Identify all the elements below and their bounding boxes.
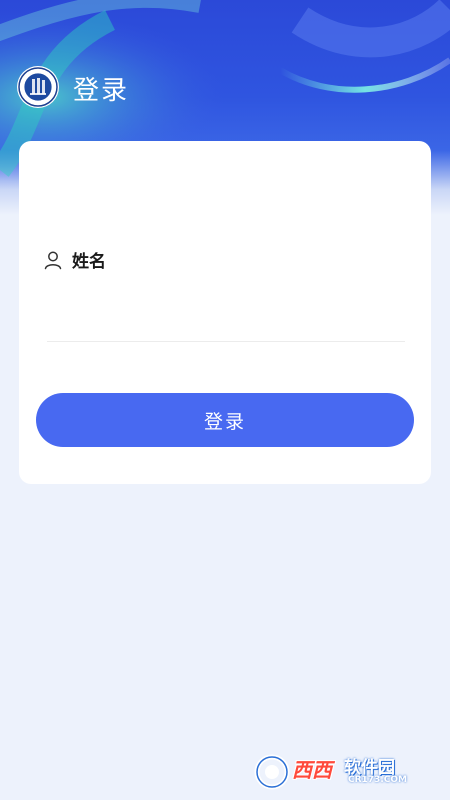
name-field-label: 姓名 (72, 252, 106, 272)
user-icon (44, 251, 62, 269)
login-card: 姓名 登录 (19, 141, 431, 484)
watermark-logo-icon (254, 754, 290, 790)
name-input[interactable] (47, 301, 405, 342)
name-field-label-row: 姓名 (43, 247, 106, 272)
watermark-main-text: 西西 (292, 758, 332, 782)
app-header: 登录 (0, 62, 450, 114)
university-emblem-icon (17, 66, 59, 108)
login-button[interactable]: 登录 (36, 393, 414, 447)
page-title: 登录 (73, 76, 130, 106)
watermark: 西西 软件园 CR173.COM (252, 751, 432, 791)
watermark-domain-text: CR173.COM (348, 775, 407, 785)
